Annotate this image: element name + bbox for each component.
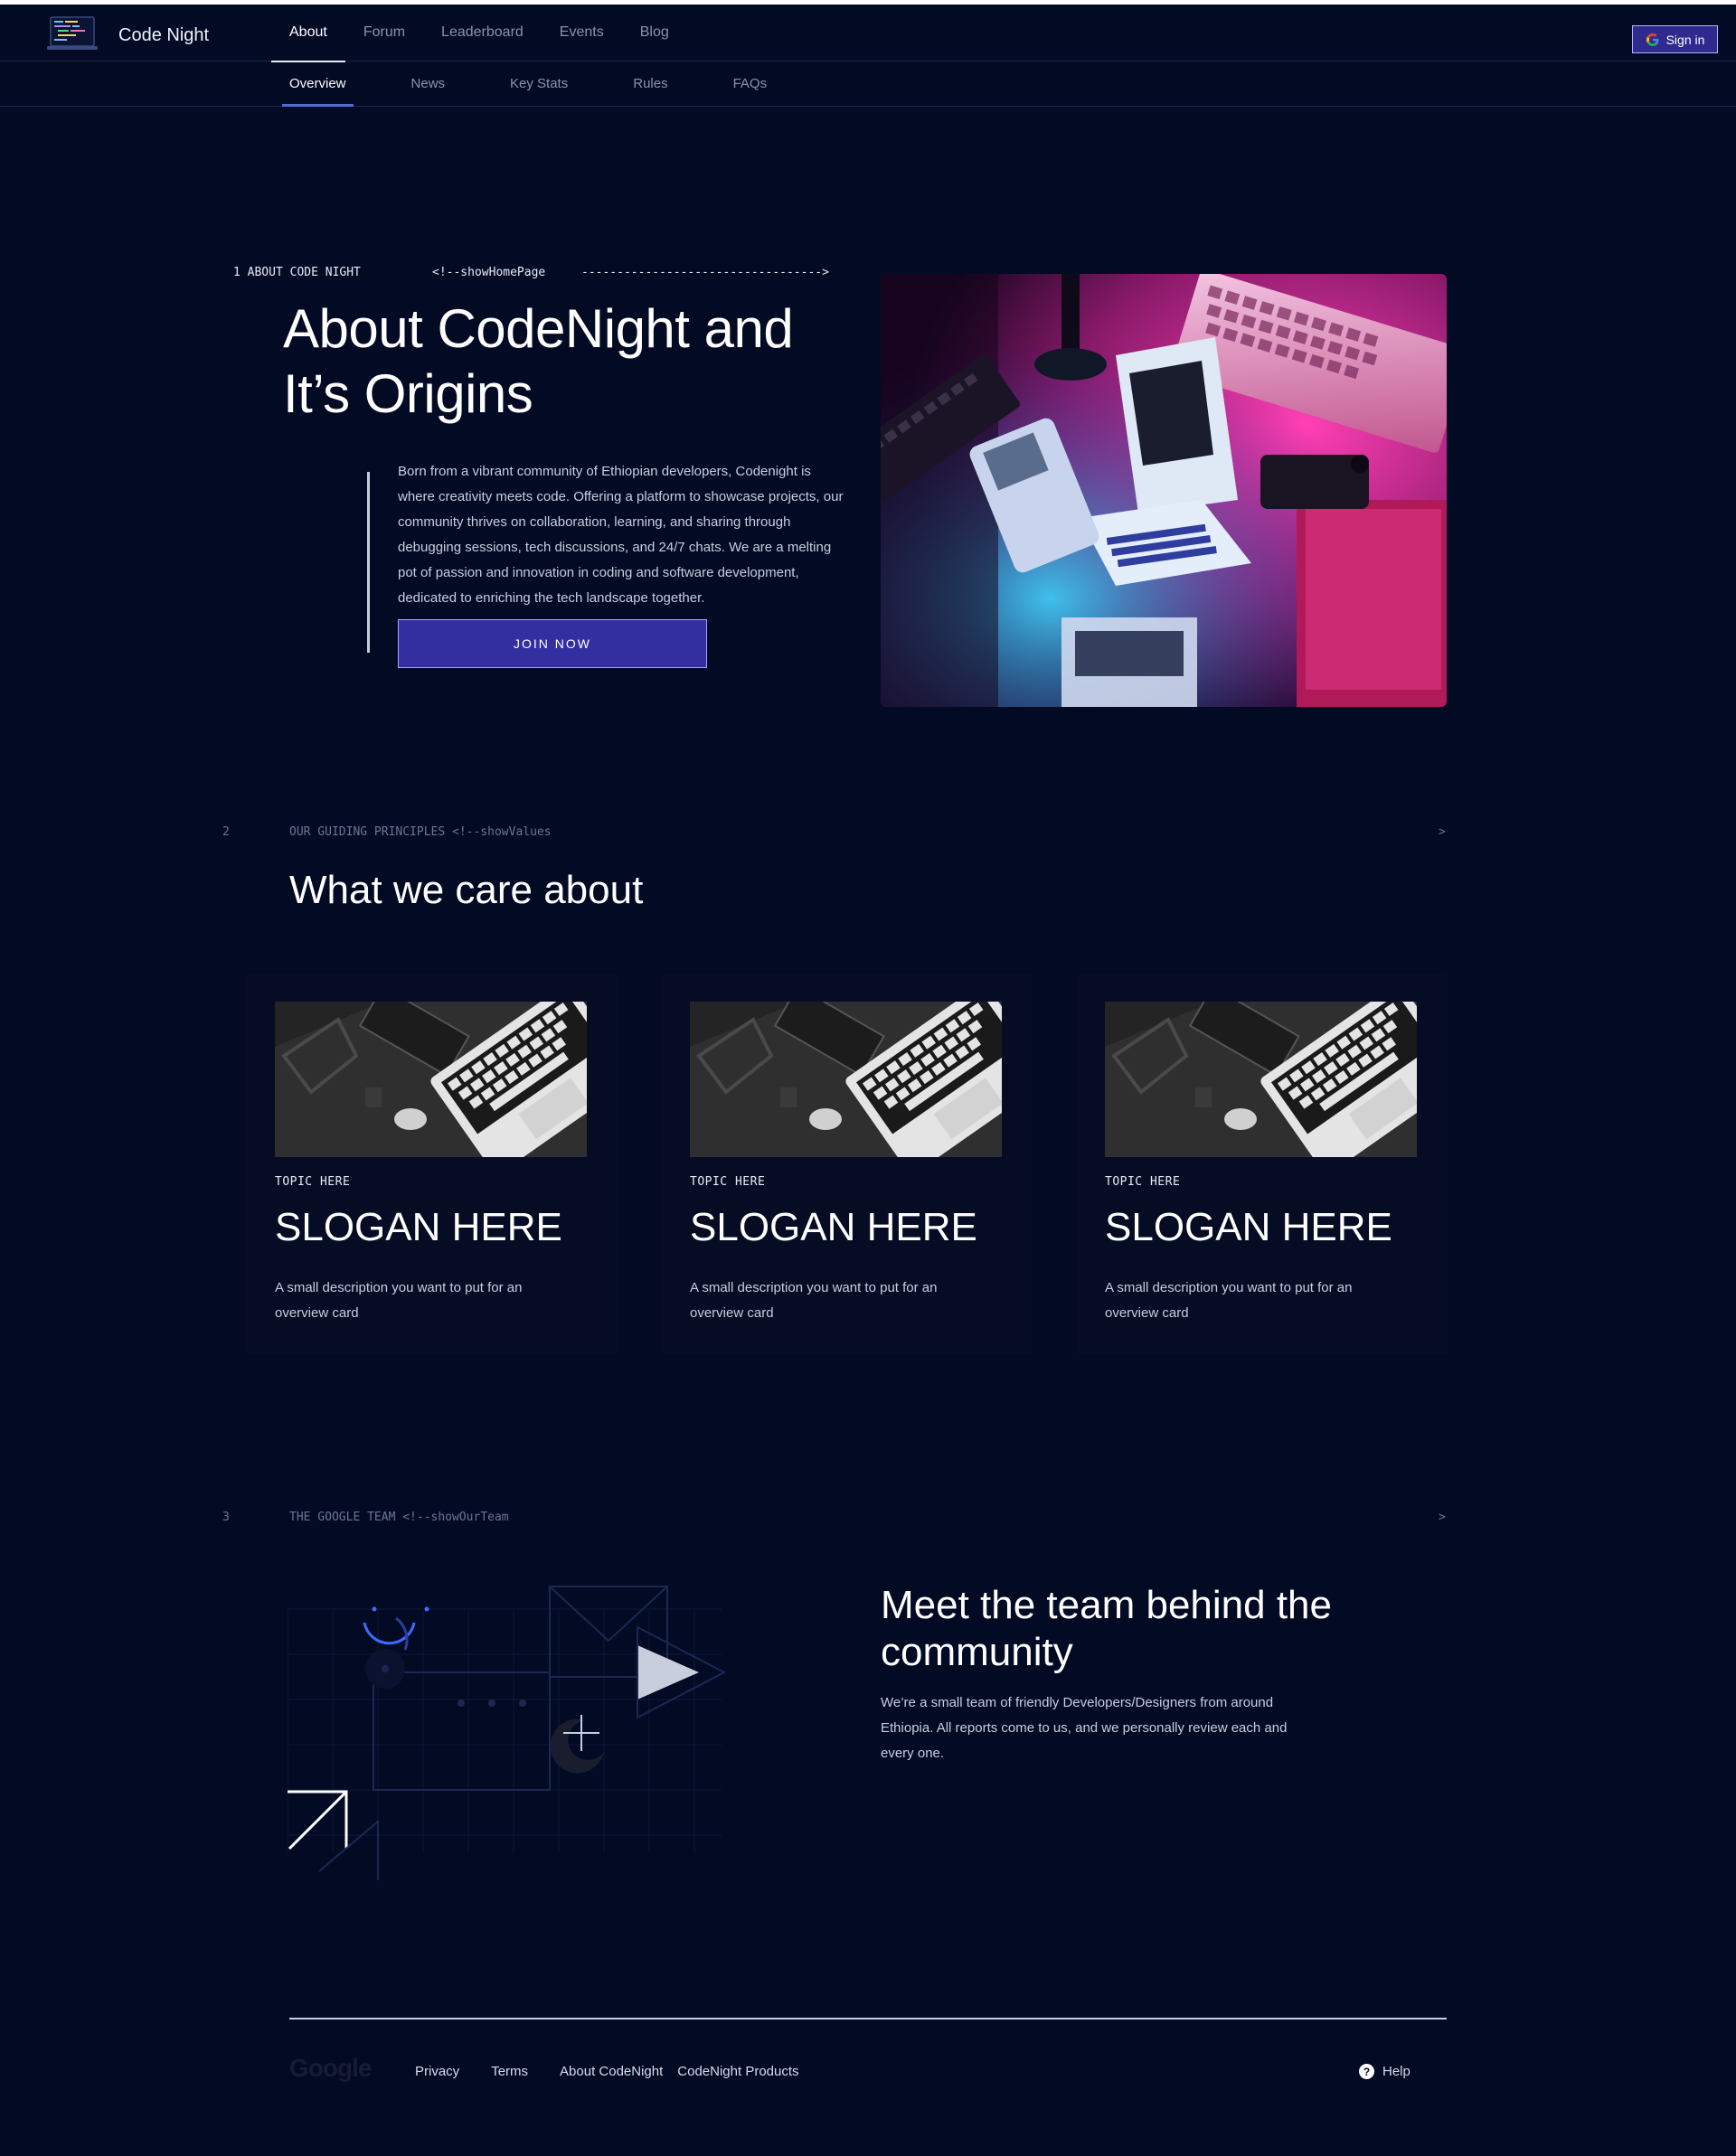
google-g-icon (1646, 33, 1659, 46)
value-card[interactable]: TOPIC HERE SLOGAN HERE A small descripti… (247, 974, 618, 1354)
section-2-number: 2 (222, 825, 230, 839)
top-header: Code Night About Forum Leaderboard Event… (0, 5, 1736, 62)
nav-leaderboard[interactable]: Leaderboard (423, 5, 542, 61)
footer-link-products[interactable]: CodeNight Products (677, 2064, 798, 2079)
card-description: A small description you want to put for … (690, 1280, 938, 1321)
footer-link-privacy[interactable]: Privacy (415, 2064, 459, 2079)
laptop-desk-photo (275, 1002, 587, 1157)
hero-description: Born from a vibrant community of Ethiopi… (398, 464, 844, 606)
card-slogan: SLOGAN HERE (275, 1205, 562, 1249)
laptop-logo-icon[interactable] (47, 15, 98, 52)
nav-blog[interactable]: Blog (622, 5, 687, 61)
subnav-news[interactable]: News (404, 62, 453, 107)
help-icon: ? (1359, 2064, 1374, 2079)
main-nav: About Forum Leaderboard Events Blog (271, 5, 687, 62)
brand-name[interactable]: Code Night (118, 25, 209, 46)
card-topic: TOPIC HERE (275, 1175, 351, 1189)
laptop-desk-photo (690, 1002, 1002, 1157)
team-illustration (287, 1582, 731, 1889)
subnav-faqs[interactable]: FAQs (726, 62, 775, 107)
section-2-label: OUR GUIDING PRINCIPLES <!--showValues (289, 825, 552, 839)
section-3-number: 3 (222, 1511, 230, 1524)
hero-title-line-2: It’s Origins (283, 363, 533, 424)
team-title: Meet the team behind the community (881, 1583, 1332, 1674)
retro-computers-photo (881, 274, 1447, 707)
footer-link-terms[interactable]: Terms (491, 2064, 528, 2079)
subnav-rules[interactable]: Rules (626, 62, 675, 107)
section-3-label: THE GOOGLE TEAM <!--showOurTeam (289, 1511, 509, 1524)
card-slogan: SLOGAN HERE (690, 1205, 977, 1249)
team-description: We’re a small team of friendly Developer… (881, 1695, 1288, 1761)
laptop-desk-photo (1105, 1002, 1417, 1157)
nav-forum[interactable]: Forum (345, 5, 423, 61)
sign-in-label: Sign in (1665, 32, 1705, 47)
nav-events[interactable]: Events (542, 5, 622, 61)
sign-in-button[interactable]: Sign in (1632, 25, 1718, 53)
subnav-key-stats[interactable]: Key Stats (503, 62, 575, 107)
footer-link-about[interactable]: About CodeNight (560, 2064, 663, 2079)
section-1-dash-arrow: ----------------------------------> (581, 266, 829, 279)
card-slogan: SLOGAN HERE (1105, 1205, 1392, 1249)
join-now-button[interactable]: JOIN NOW (398, 619, 707, 668)
nav-about[interactable]: About (271, 5, 345, 62)
section-2-arrow: > (1439, 825, 1446, 839)
value-card[interactable]: TOPIC HERE SLOGAN HERE A small descripti… (1077, 974, 1448, 1354)
value-card[interactable]: TOPIC HERE SLOGAN HERE A small descripti… (662, 974, 1033, 1354)
help-label: Help (1382, 2064, 1410, 2079)
card-topic: TOPIC HERE (1105, 1175, 1181, 1189)
google-logo[interactable]: Google (289, 2054, 372, 2083)
hero-divider (367, 472, 370, 653)
footer-divider (289, 2018, 1447, 2019)
section-3-arrow: > (1439, 1511, 1446, 1524)
card-topic: TOPIC HERE (690, 1175, 766, 1189)
card-description: A small description you want to put for … (275, 1280, 523, 1321)
values-title: What we care about (289, 868, 644, 912)
hero-title: About CodeNight and It’s Origins (283, 297, 826, 427)
sub-nav: Overview News Key Stats Rules FAQs (0, 62, 1736, 107)
section-1-label: 1 ABOUT CODE NIGHT (233, 266, 361, 279)
card-description: A small description you want to put for … (1105, 1280, 1353, 1321)
help-link[interactable]: ? Help (1359, 2064, 1410, 2079)
subnav-overview[interactable]: Overview (282, 62, 354, 107)
footer-links: Privacy Terms About CodeNight CodeNight … (415, 2064, 831, 2079)
section-1-comment: <!--showHomePage (432, 266, 546, 279)
hero-title-line-1: About CodeNight and (283, 298, 794, 359)
